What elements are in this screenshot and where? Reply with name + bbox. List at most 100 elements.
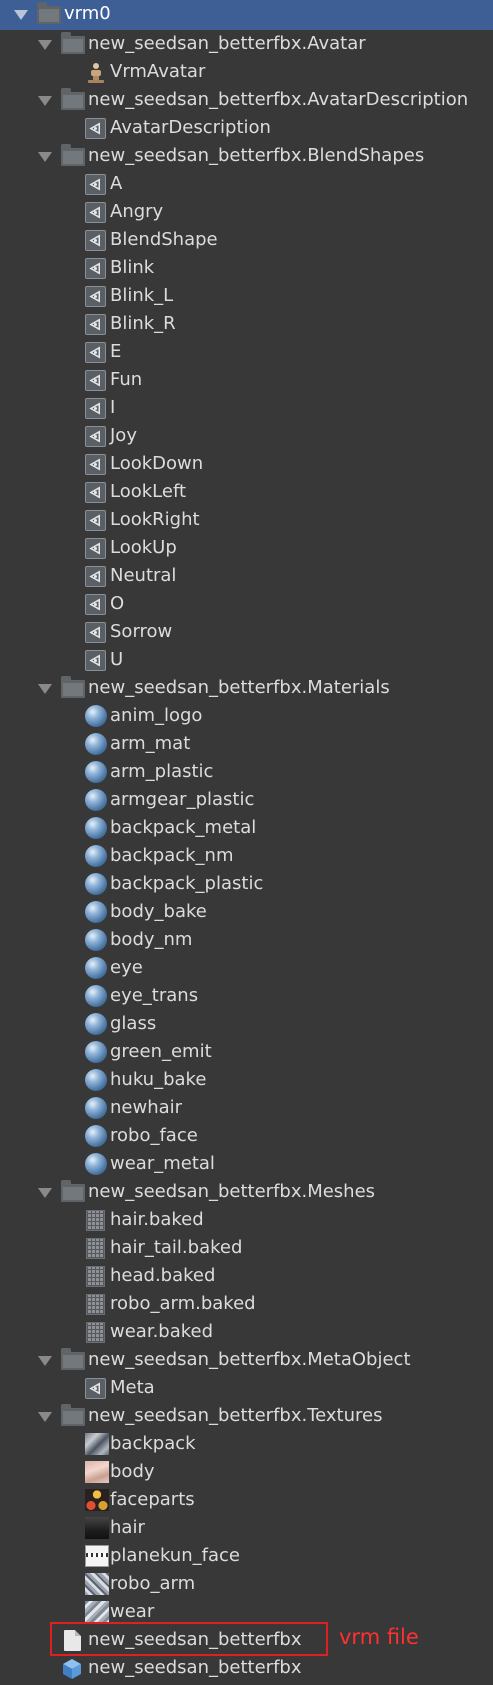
asset-row-hair-tail-baked[interactable]: hair_tail.baked <box>0 1234 493 1262</box>
expand-triangle-icon[interactable] <box>38 96 52 106</box>
asset-row-robo-arm[interactable]: robo_arm <box>0 1570 493 1598</box>
asset-row-glass[interactable]: glass <box>0 1010 493 1038</box>
folder-icon <box>61 1404 85 1426</box>
tree-item-label: huku_bake <box>110 1069 207 1090</box>
asset-row-angry[interactable]: Angry <box>0 198 493 226</box>
asset-row-planekun-face[interactable]: planekun_face <box>0 1542 493 1570</box>
asset-row-eye-trans[interactable]: eye_trans <box>0 982 493 1010</box>
asset-row-blink-l[interactable]: Blink_L <box>0 282 493 310</box>
expand-triangle-icon[interactable] <box>38 40 52 50</box>
asset-row-i[interactable]: I <box>0 394 493 422</box>
asset-row-blink-r[interactable]: Blink_R <box>0 310 493 338</box>
asset-row-body-bake[interactable]: body_bake <box>0 898 493 926</box>
texture-backpack-icon <box>85 1433 109 1455</box>
unity-asset-icon <box>85 594 106 615</box>
asset-row-arm-plastic[interactable]: arm_plastic <box>0 758 493 786</box>
unity-asset-icon <box>85 454 106 475</box>
unity-asset-icon <box>85 118 106 139</box>
material-sphere-icon <box>85 957 107 979</box>
asset-row-armgear-plastic[interactable]: armgear_plastic <box>0 786 493 814</box>
asset-row-sorrow[interactable]: Sorrow <box>0 618 493 646</box>
asset-row-anim-logo[interactable]: anim_logo <box>0 702 493 730</box>
tree-item-label: Neutral <box>110 565 177 586</box>
expand-triangle-icon[interactable] <box>38 152 52 162</box>
asset-row-green-emit[interactable]: green_emit <box>0 1038 493 1066</box>
tree-item-label: LookUp <box>110 537 177 558</box>
asset-row-huku-bake[interactable]: huku_bake <box>0 1066 493 1094</box>
expand-triangle-icon[interactable] <box>38 684 52 694</box>
asset-row-wear-metal[interactable]: wear_metal <box>0 1150 493 1178</box>
mesh-icon <box>86 1210 105 1231</box>
asset-row-robo-arm-baked[interactable]: robo_arm.baked <box>0 1290 493 1318</box>
expand-triangle-icon[interactable] <box>38 1188 52 1198</box>
material-sphere-icon <box>85 901 107 923</box>
asset-row-avatardescription[interactable]: AvatarDescription <box>0 114 493 142</box>
asset-row-wear-baked[interactable]: wear.baked <box>0 1318 493 1346</box>
asset-row-eye[interactable]: eye <box>0 954 493 982</box>
asset-row-fun[interactable]: Fun <box>0 366 493 394</box>
folder-row-new-seedsan-betterfbx-materials[interactable]: new_seedsan_betterfbx.Materials <box>0 674 493 702</box>
tree-item-label: Sorrow <box>110 621 173 642</box>
tree-item-label: hair_tail.baked <box>110 1237 243 1258</box>
asset-row-hair[interactable]: hair <box>0 1514 493 1542</box>
folder-row-new-seedsan-betterfbx-textures[interactable]: new_seedsan_betterfbx.Textures <box>0 1402 493 1430</box>
tree-item-label: head.baked <box>110 1265 216 1286</box>
material-sphere-icon <box>85 929 107 951</box>
asset-row-robo-face[interactable]: robo_face <box>0 1122 493 1150</box>
tree-item-label: Fun <box>110 369 143 390</box>
asset-row-lookright[interactable]: LookRight <box>0 506 493 534</box>
folder-row-new-seedsan-betterfbx-blendshapes[interactable]: new_seedsan_betterfbx.BlendShapes <box>0 142 493 170</box>
unity-asset-icon <box>85 426 106 447</box>
asset-row-o[interactable]: O <box>0 590 493 618</box>
asset-row-e[interactable]: E <box>0 338 493 366</box>
unity-asset-icon <box>85 538 106 559</box>
asset-row-lookdown[interactable]: LookDown <box>0 450 493 478</box>
asset-row-backpack-metal[interactable]: backpack_metal <box>0 814 493 842</box>
tree-item-label: glass <box>110 1013 157 1034</box>
asset-row-backpack[interactable]: backpack <box>0 1430 493 1458</box>
unity-asset-icon <box>85 202 106 223</box>
unity-asset-icon <box>85 1378 106 1399</box>
tree-item-label: eye_trans <box>110 985 199 1006</box>
asset-row-lookup[interactable]: LookUp <box>0 534 493 562</box>
tree-item-label: LookDown <box>110 453 204 474</box>
asset-row-blink[interactable]: Blink <box>0 254 493 282</box>
mesh-icon <box>86 1294 105 1315</box>
asset-row-hair-baked[interactable]: hair.baked <box>0 1206 493 1234</box>
asset-row-arm-mat[interactable]: arm_mat <box>0 730 493 758</box>
folder-icon <box>61 144 85 166</box>
asset-row-neutral[interactable]: Neutral <box>0 562 493 590</box>
asset-row-u[interactable]: U <box>0 646 493 674</box>
asset-row-a[interactable]: A <box>0 170 493 198</box>
folder-row-new-seedsan-betterfbx-metaobject[interactable]: new_seedsan_betterfbx.MetaObject <box>0 1346 493 1374</box>
folder-icon <box>61 88 85 110</box>
asset-row-meta[interactable]: Meta <box>0 1374 493 1402</box>
tree-item-label: new_seedsan_betterfbx.Avatar <box>88 33 366 54</box>
unity-asset-icon <box>85 398 106 419</box>
asset-row-blendshape[interactable]: BlendShape <box>0 226 493 254</box>
asset-row-vrmavatar[interactable]: VrmAvatar <box>0 58 493 86</box>
folder-row-new-seedsan-betterfbx-avatar[interactable]: new_seedsan_betterfbx.Avatar <box>0 30 493 58</box>
tree-item-label: backpack <box>110 1433 196 1454</box>
folder-row-new-seedsan-betterfbx-meshes[interactable]: new_seedsan_betterfbx.Meshes <box>0 1178 493 1206</box>
expand-triangle-icon[interactable] <box>38 1412 52 1422</box>
expand-triangle-icon[interactable] <box>38 1356 52 1366</box>
expand-triangle-icon[interactable] <box>14 10 28 20</box>
asset-row-head-baked[interactable]: head.baked <box>0 1262 493 1290</box>
asset-row-faceparts[interactable]: faceparts <box>0 1486 493 1514</box>
asset-row-body-nm[interactable]: body_nm <box>0 926 493 954</box>
asset-row-body[interactable]: body <box>0 1458 493 1486</box>
tree-item-label: arm_mat <box>110 733 191 754</box>
asset-row-lookleft[interactable]: LookLeft <box>0 478 493 506</box>
folder-row-new-seedsan-betterfbx-avatardescription[interactable]: new_seedsan_betterfbx.AvatarDescription <box>0 86 493 114</box>
asset-row-newhair[interactable]: newhair <box>0 1094 493 1122</box>
asset-row-backpack-nm[interactable]: backpack_nm <box>0 842 493 870</box>
asset-row-joy[interactable]: Joy <box>0 422 493 450</box>
asset-row-backpack-plastic[interactable]: backpack_plastic <box>0 870 493 898</box>
tree-item-label: wear <box>110 1601 155 1622</box>
asset-row-new-seedsan-betterfbx[interactable]: new_seedsan_betterfbx <box>0 1654 493 1682</box>
unity-asset-icon <box>85 566 106 587</box>
unity-asset-icon <box>85 258 106 279</box>
folder-row-vrm0[interactable]: vrm0 <box>0 0 493 30</box>
tree-item-label: green_emit <box>110 1041 212 1062</box>
